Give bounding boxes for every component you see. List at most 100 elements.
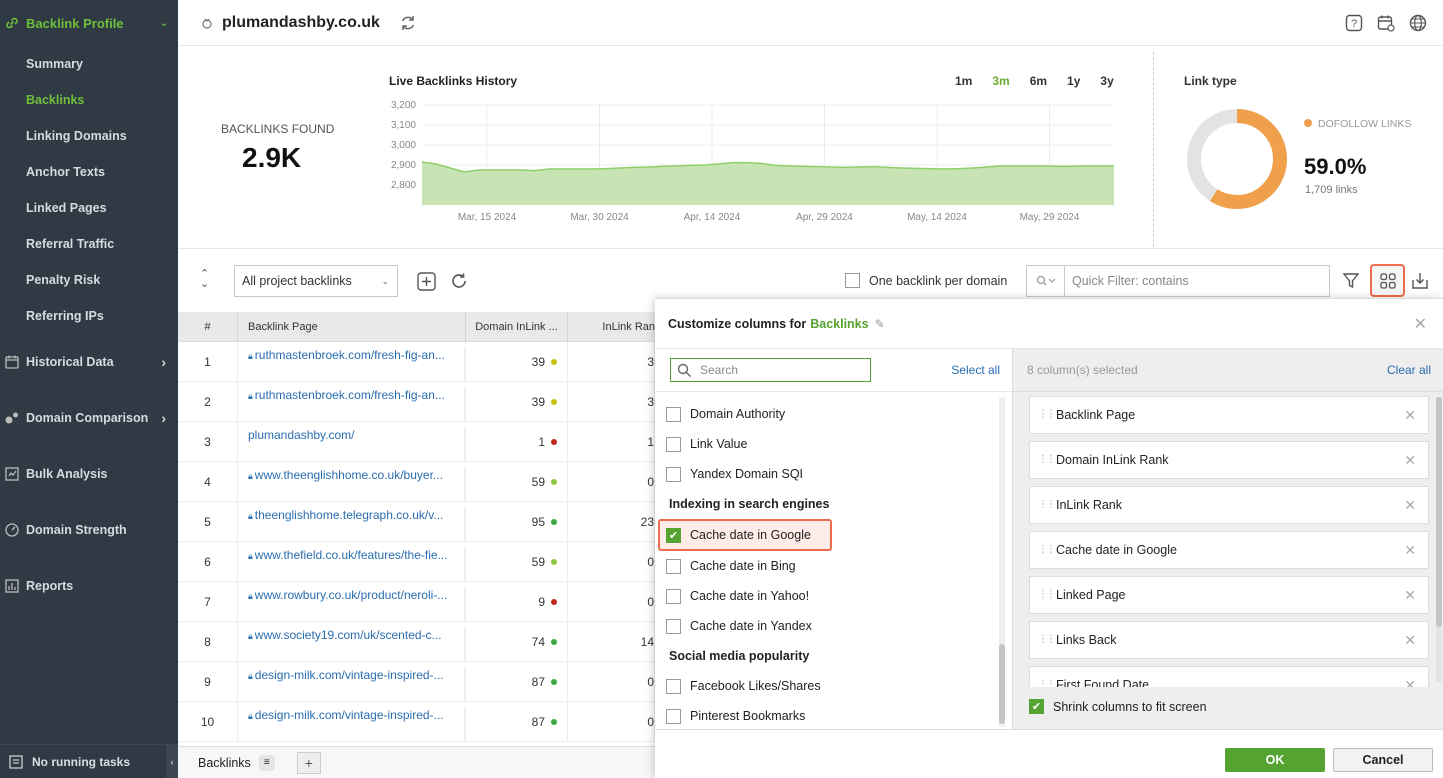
quick-filter-input[interactable]: Quick Filter: contains (1065, 274, 1189, 288)
column-option-link-value[interactable]: Link Value (655, 429, 1012, 459)
options-scroll-thumb[interactable] (999, 644, 1005, 724)
sidebar-section-domain-strength[interactable]: Domain Strength (0, 502, 178, 558)
table-row[interactable]: 6 🔒︎ www.thefield.co.uk/features/the-fie..… (178, 542, 655, 582)
table-row[interactable]: 2🔒︎ruthmastenbroek.com/fresh-fig-an...Cr… (178, 382, 655, 422)
selected-column-links-back[interactable]: ⋮⋮ Links Back ✕ (1029, 621, 1429, 659)
remove-icon[interactable]: ✕ (1404, 677, 1416, 688)
menu-icon[interactable]: ≡ (258, 754, 275, 771)
selected-column-domain-inlink-rank[interactable]: ⋮⋮ Domain InLink Rank ✕ (1029, 441, 1429, 479)
drag-handle-icon[interactable]: ⋮⋮ (1038, 590, 1056, 600)
sidebar-item-referral-traffic[interactable]: Referral Traffic (0, 226, 178, 262)
col-header-domain-inlink-rank[interactable]: Domain InLink ... (466, 312, 568, 342)
backlink-url-link[interactable]: 🔒︎ www.rowbury.co.uk/product/neroli-... (248, 588, 465, 622)
backlink-url-link[interactable]: 🔒︎ www.society19.com/uk/scented-c... (248, 628, 465, 662)
close-icon[interactable]: ✕ (1414, 314, 1427, 334)
tab-backlinks[interactable]: Backlinks ≡ (198, 754, 275, 771)
drag-handle-icon[interactable]: ⋮⋮ (1038, 680, 1056, 688)
column-option-checkbox[interactable] (666, 436, 681, 452)
help-icon[interactable]: ? (1345, 14, 1363, 32)
customize-columns-button[interactable] (1370, 264, 1405, 297)
range-3m[interactable]: 3m (992, 74, 1009, 88)
range-6m[interactable]: 6m (1030, 74, 1047, 88)
column-option-checkbox[interactable] (666, 678, 681, 694)
remove-icon[interactable]: ✕ (1404, 632, 1416, 649)
table-row[interactable]: 7🔒︎www.rowbury.co.uk/product/neroli-...N… (178, 582, 655, 622)
column-option-checkbox[interactable] (666, 406, 681, 422)
remove-icon[interactable]: ✕ (1404, 542, 1416, 559)
backlink-url-link[interactable]: 🔒︎ www.theenglishhome.co.uk/buyer... (248, 468, 465, 502)
range-1y[interactable]: 1y (1067, 74, 1080, 88)
cancel-button[interactable]: Cancel (1333, 748, 1433, 772)
selected-column-first-found-date[interactable]: ⋮⋮ First Found Date ✕ (1029, 666, 1429, 687)
shrink-columns-toggle[interactable]: ✔ Shrink columns to fit screen (1029, 699, 1207, 714)
remove-icon[interactable]: ✕ (1404, 407, 1416, 424)
drag-handle-icon[interactable]: ⋮⋮ (1038, 410, 1056, 420)
col-header-num[interactable]: # (178, 312, 238, 342)
sidebar-item-linked-pages[interactable]: Linked Pages (0, 190, 178, 226)
sidebar-item-summary[interactable]: Summary (0, 46, 178, 82)
sort-toggle-icon[interactable]: ⌃ ⌄ (200, 269, 209, 290)
range-1m[interactable]: 1m (955, 74, 972, 88)
search-icon[interactable] (1027, 266, 1065, 296)
sidebar-item-referring-ips[interactable]: Referring IPs (0, 298, 178, 334)
remove-icon[interactable]: ✕ (1404, 587, 1416, 604)
sidebar-item-anchor-texts[interactable]: Anchor Texts (0, 154, 178, 190)
selected-scroll-thumb[interactable] (1436, 397, 1442, 627)
backlink-url-link[interactable]: 🔒︎ theenglishhome.telegraph.co.uk/v... (248, 508, 465, 542)
column-option-checkbox[interactable] (666, 558, 681, 574)
backlink-url-link[interactable]: plumandashby.com/ (248, 428, 465, 462)
collapse-sidebar-button[interactable]: ‹ (166, 745, 178, 778)
sidebar-item-backlinks[interactable]: Backlinks (0, 82, 178, 118)
add-button[interactable] (416, 271, 436, 291)
drag-handle-icon[interactable]: ⋮⋮ (1038, 500, 1056, 510)
column-option-checkbox[interactable] (666, 618, 681, 634)
selected-column-inlink-rank[interactable]: ⋮⋮ InLink Rank ✕ (1029, 486, 1429, 524)
sidebar-section-bulk-analysis[interactable]: Bulk Analysis (0, 446, 178, 502)
column-option-cache-date-in-yahoo[interactable]: Cache date in Yahoo! (655, 581, 1012, 611)
sidebar-section-backlink-profile[interactable]: Backlink Profile ⌄ (0, 0, 178, 46)
table-row[interactable]: 4🔒︎www.theenglishhome.co.uk/buyer...Vale… (178, 462, 655, 502)
table-row[interactable]: 8🔒︎www.society19.com/uk/scented-c...7 Sc… (178, 622, 655, 662)
column-option-cache-date-in-bing[interactable]: Cache date in Bing (655, 551, 1012, 581)
ok-button[interactable]: OK (1225, 748, 1325, 772)
shrink-columns-checkbox[interactable]: ✔ (1029, 699, 1044, 714)
sidebar-section-historical-data[interactable]: Historical Data › (0, 334, 178, 390)
backlinks-scope-dropdown[interactable]: All project backlinks ⌄ (234, 265, 398, 297)
one-per-domain-toggle[interactable]: One backlink per domain (845, 273, 1007, 288)
clear-all-link[interactable]: Clear all (1387, 363, 1431, 377)
selected-scrollbar[interactable] (1436, 397, 1442, 682)
quick-filter[interactable]: Quick Filter: contains (1026, 265, 1330, 297)
selected-column-backlink-page[interactable]: ⋮⋮ Backlink Page ✕ (1029, 396, 1429, 434)
backlink-url-link[interactable]: 🔒︎ www.thefield.co.uk/features/the-fie... (248, 548, 465, 582)
sidebar-section-domain-comparison[interactable]: Domain Comparison › (0, 390, 178, 446)
table-row[interactable]: 10 🔒︎ design-milk.com/vintage-inspired-...… (178, 702, 655, 742)
table-row[interactable]: 5🔒︎theenglishhome.telegraph.co.uk/v...Th… (178, 502, 655, 542)
column-option-checkbox[interactable]: ✔ (666, 527, 681, 543)
sidebar-section-reports[interactable]: Reports (0, 558, 178, 614)
select-all-link[interactable]: Select all (951, 363, 1000, 377)
table-row[interactable]: 3plumandashby.com/Not found 1 1 (178, 422, 655, 462)
tasks-status[interactable]: No running tasks ‹ (0, 744, 178, 778)
backlink-url-link[interactable]: 🔒︎ design-milk.com/vintage-inspired-... (248, 708, 465, 742)
sidebar-item-linking-domains[interactable]: Linking Domains (0, 118, 178, 154)
drag-handle-icon[interactable]: ⋮⋮ (1038, 635, 1056, 645)
column-option-cache-date-in-google[interactable]: ✔ Cache date in Google (658, 519, 832, 551)
selected-column-linked-page[interactable]: ⋮⋮ Linked Page ✕ (1029, 576, 1429, 614)
drag-handle-icon[interactable]: ⋮⋮ (1038, 545, 1056, 555)
schedule-icon[interactable] (1377, 14, 1395, 32)
pencil-icon[interactable]: ✎ (875, 317, 885, 331)
table-row[interactable]: 1🔒︎ruthmastenbroek.com/fresh-fig-an...Cr… (178, 342, 655, 382)
drag-handle-icon[interactable]: ⋮⋮ (1038, 455, 1056, 465)
refresh-icon[interactable] (398, 13, 418, 33)
column-option-pinterest-bookmarks[interactable]: Pinterest Bookmarks (655, 701, 1012, 729)
column-option-checkbox[interactable] (666, 708, 681, 724)
options-scrollbar[interactable] (999, 397, 1005, 727)
sidebar-item-penalty-risk[interactable]: Penalty Risk (0, 262, 178, 298)
selected-column-cache-date-in-google[interactable]: ⋮⋮ Cache date in Google ✕ (1029, 531, 1429, 569)
column-option-domain-authority[interactable]: Domain Authority (655, 399, 1012, 429)
filter-icon[interactable] (1341, 271, 1361, 291)
backlink-url-link[interactable]: 🔒︎ ruthmastenbroek.com/fresh-fig-an... (248, 348, 465, 382)
column-option-checkbox[interactable] (666, 588, 681, 604)
column-option-checkbox[interactable] (666, 466, 681, 482)
remove-icon[interactable]: ✕ (1404, 497, 1416, 514)
